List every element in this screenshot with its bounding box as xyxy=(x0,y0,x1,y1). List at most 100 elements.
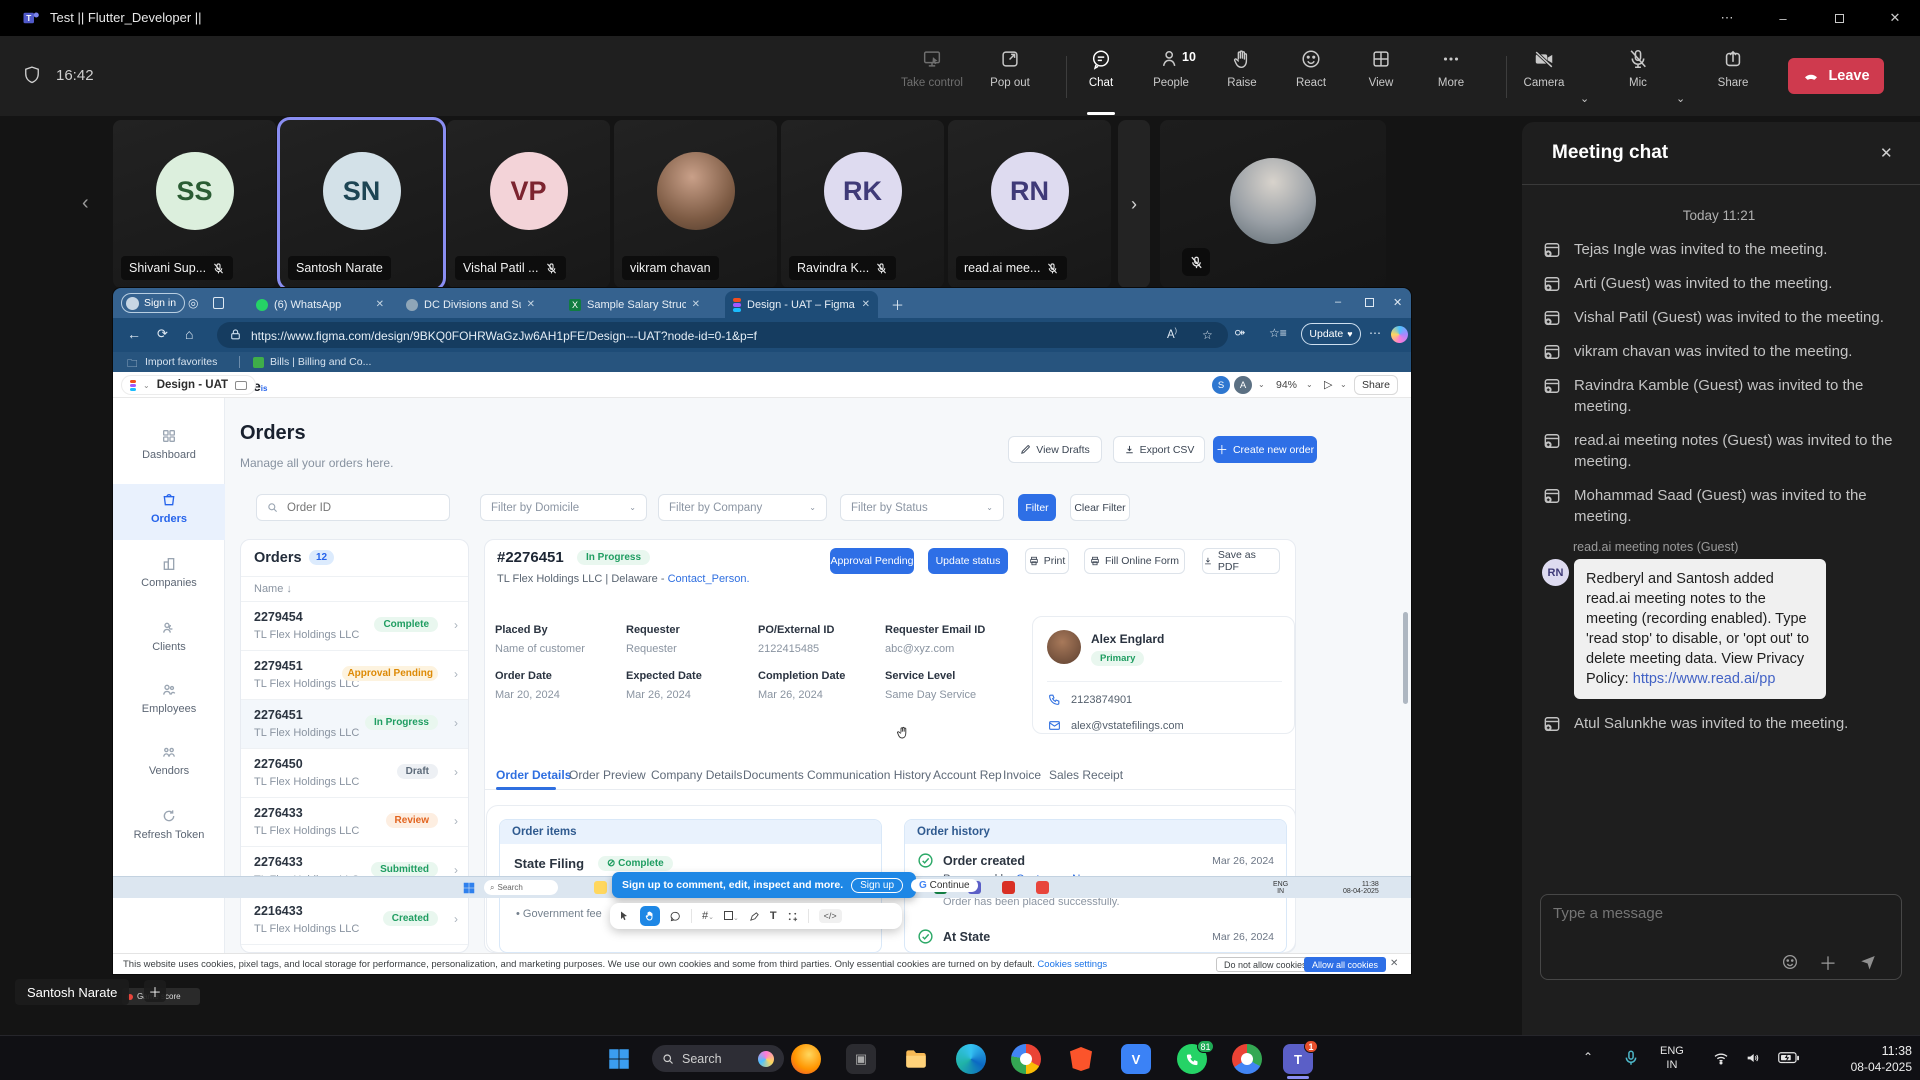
filter-apply-button[interactable]: Filter xyxy=(1018,494,1056,521)
browser-update-button[interactable]: Update ♥ xyxy=(1301,323,1361,345)
start-button-icon[interactable] xyxy=(606,1046,632,1072)
figma-share-button[interactable]: Share xyxy=(1354,375,1398,395)
fill-online-form-button[interactable]: Fill Online Form xyxy=(1084,548,1185,574)
emoji-icon[interactable] xyxy=(1781,953,1799,971)
pop-out-button[interactable]: Pop out xyxy=(976,48,1044,89)
window-menu-dots[interactable]: ⋯ xyxy=(1704,0,1750,36)
brave-icon[interactable] xyxy=(1066,1044,1096,1074)
attach-plus-icon[interactable]: ＋ xyxy=(1819,950,1837,976)
video-tile-active-speaker[interactable]: SN Santosh Narate xyxy=(280,120,443,288)
contact-person-link[interactable]: Contact_Person. xyxy=(668,573,750,585)
presenter-add-button[interactable]: ＋ xyxy=(144,980,166,1002)
browser-tab-figma-active[interactable]: Design - UAT – Figma✕ xyxy=(725,291,878,318)
whatsapp-icon[interactable]: 81 xyxy=(1177,1044,1207,1074)
teams-icon[interactable]: T 1 xyxy=(1283,1044,1313,1074)
text-tool-icon[interactable]: T xyxy=(770,910,777,922)
tab-communication-history[interactable]: Communication History xyxy=(807,768,931,782)
camera-chevron-icon[interactable]: ⌄ xyxy=(1580,92,1589,105)
filter-company-select[interactable]: Filter by Company⌄ xyxy=(658,494,827,521)
contact-phone[interactable]: 2123874901 xyxy=(1071,694,1132,706)
order-row[interactable]: 2276433 TL Flex Holdings LLC Review › xyxy=(241,798,469,847)
print-button[interactable]: Print xyxy=(1025,548,1069,574)
browser-close-icon[interactable]: ✕ xyxy=(1393,296,1402,309)
frame-tool-icon[interactable]: #⌄ xyxy=(702,910,714,922)
bookmark-bills[interactable]: Bills | Billing and Co... xyxy=(270,356,371,368)
view-button[interactable]: View xyxy=(1347,48,1415,89)
copilot-icon[interactable] xyxy=(1391,326,1408,343)
contact-email[interactable]: alex@vstatefilings.com xyxy=(1071,720,1184,732)
list-name-header[interactable]: Name ↓ xyxy=(254,583,292,595)
back-icon[interactable]: ← xyxy=(127,326,141,342)
video-tile[interactable]: VP Vishal Patil ... xyxy=(447,120,610,288)
order-row[interactable]: 2279454 TL Flex Holdings LLC Complete › xyxy=(241,602,469,651)
move-cursor-icon[interactable] xyxy=(618,910,630,922)
mic-button[interactable]: Mic xyxy=(1604,48,1672,89)
tab-order-details[interactable]: Order Details xyxy=(496,768,571,782)
blue-app-icon[interactable]: V xyxy=(1121,1044,1151,1074)
mic-chevron-icon[interactable]: ⌄ xyxy=(1676,92,1685,105)
export-csv-button[interactable]: Export CSV xyxy=(1113,436,1205,463)
browser-minimize-icon[interactable]: – xyxy=(1335,296,1341,308)
filter-domicile-select[interactable]: Filter by Domicile⌄ xyxy=(480,494,647,521)
chat-button[interactable]: Chat xyxy=(1067,48,1135,89)
leave-button[interactable]: Leave xyxy=(1788,58,1884,94)
favorites-list-icon[interactable]: ☆≡ xyxy=(1269,326,1287,340)
sidebar-item-dashboard[interactable]: Dashboard xyxy=(113,428,225,461)
browser-tab-dc[interactable]: DC Divisions and Surroundings✕ xyxy=(398,291,543,318)
more-button[interactable]: More xyxy=(1417,48,1485,89)
sidebar-item-companies[interactable]: Companies xyxy=(113,556,225,589)
react-button[interactable]: React xyxy=(1277,48,1345,89)
taskbar-search-box[interactable]: Search xyxy=(652,1045,784,1072)
camera-button[interactable]: Camera xyxy=(1510,48,1578,89)
sidebar-item-employees[interactable]: Employees xyxy=(113,682,225,715)
chat-close-icon[interactable]: ✕ xyxy=(1880,144,1893,162)
cookie-settings-link[interactable]: Cookies settings xyxy=(1037,959,1107,970)
hand-tool-selected[interactable] xyxy=(640,906,660,926)
dark-app-icon[interactable]: ▣ xyxy=(846,1044,876,1074)
home-icon[interactable]: ⌂ xyxy=(185,326,193,342)
collaborator-avatar[interactable]: A xyxy=(1234,376,1252,394)
tab-close-icon[interactable]: ✕ xyxy=(862,299,870,310)
wifi-icon[interactable] xyxy=(1712,1050,1730,1066)
browser-maximize-icon[interactable] xyxy=(1365,298,1374,307)
browser-signin-button[interactable]: Sign in xyxy=(121,293,185,313)
tab-close-icon[interactable]: ✕ xyxy=(376,299,384,310)
chat-compose-box[interactable]: ＋ xyxy=(1540,894,1902,980)
vertical-tabs-icon[interactable] xyxy=(213,297,224,309)
browser-tab-excel[interactable]: X Sample Salary Structure with calc✕ xyxy=(561,291,708,318)
send-icon[interactable] xyxy=(1859,953,1877,971)
tray-clock[interactable]: 11:3808-04-2025 xyxy=(1828,1043,1912,1075)
collaborator-avatar[interactable]: S xyxy=(1212,376,1230,394)
order-id-input[interactable] xyxy=(285,501,425,515)
page-scrollbar-thumb[interactable] xyxy=(1403,612,1408,704)
address-bar[interactable]: https://www.figma.com/design/9BKQ0FOHRWa… xyxy=(217,322,1228,348)
window-maximize-button[interactable] xyxy=(1816,0,1862,36)
refresh-icon[interactable]: ⟳ xyxy=(157,326,168,342)
share-button[interactable]: Share xyxy=(1699,48,1767,89)
tab-account-rep[interactable]: Account Rep xyxy=(933,768,1002,782)
extensions-icon[interactable]: ⚩ xyxy=(1235,326,1245,340)
browser-menu-dots-icon[interactable]: ⋯ xyxy=(1369,326,1381,340)
update-status-button[interactable]: Update status xyxy=(928,548,1008,574)
deny-cookies-button[interactable]: Do not allow cookies xyxy=(1216,957,1315,972)
chrome-profile-icon[interactable] xyxy=(1232,1044,1262,1074)
browser-tab-whatsapp[interactable]: (6) WhatsApp✕ xyxy=(248,291,392,318)
video-tile[interactable]: vikram chavan xyxy=(614,120,777,288)
order-row[interactable]: 2279451 TL Flex Holdings LLC Approval Pe… xyxy=(241,651,469,700)
tiles-scroll-left-icon[interactable]: ‹ xyxy=(82,192,89,215)
resources-tool-icon[interactable] xyxy=(787,911,798,922)
favorite-star-icon[interactable]: ☆ xyxy=(1202,328,1213,342)
edge-icon[interactable] xyxy=(956,1044,986,1074)
cookie-close-icon[interactable]: ✕ xyxy=(1390,958,1398,969)
tab-order-preview[interactable]: Order Preview xyxy=(569,768,646,782)
tab-company-details[interactable]: Company Details xyxy=(651,768,742,782)
allow-cookies-button[interactable]: Allow all cookies xyxy=(1304,957,1386,972)
volume-icon[interactable] xyxy=(1744,1050,1762,1066)
chrome-icon[interactable] xyxy=(1011,1044,1041,1074)
approval-pending-button[interactable]: Approval Pending xyxy=(830,548,914,574)
file-explorer-icon[interactable] xyxy=(901,1044,931,1074)
tab-close-icon[interactable]: ✕ xyxy=(527,299,535,310)
sidebar-item-orders[interactable]: Orders xyxy=(113,492,225,525)
banner-continue-google-button[interactable]: G Continue xyxy=(911,879,978,892)
save-as-pdf-button[interactable]: Save as PDF xyxy=(1202,548,1280,574)
